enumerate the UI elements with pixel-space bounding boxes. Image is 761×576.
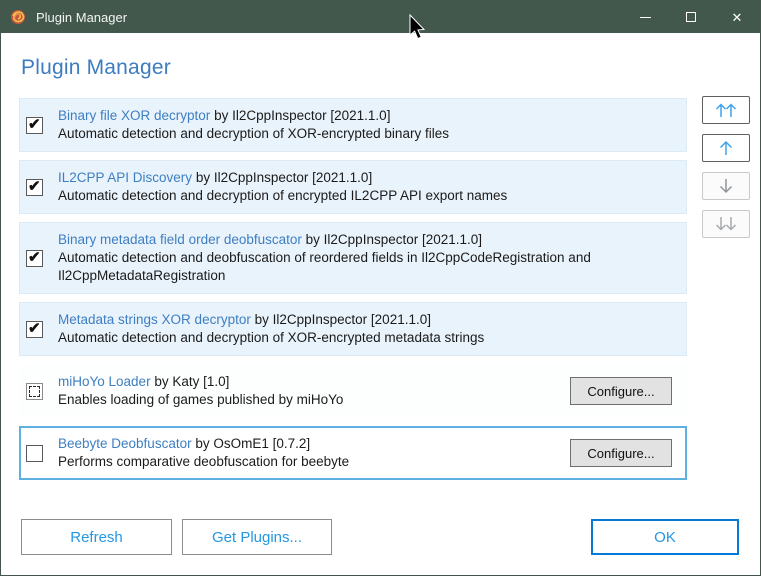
titlebar: Plugin Manager ✕ <box>1 1 760 33</box>
configure-button[interactable]: Configure... <box>570 377 672 405</box>
plugin-title-line: Binary file XOR decryptor by Il2CppInspe… <box>58 107 676 125</box>
plugin-row-beebyte-deobfuscator[interactable]: Beebyte Deobfuscator by OsOmE1 [0.7.2] P… <box>19 426 687 480</box>
reorder-panel <box>702 96 750 238</box>
plugin-row-binary-file-xor[interactable]: Binary file XOR decryptor by Il2CppInspe… <box>19 98 687 152</box>
plugin-description: Automatic detection and deobfuscation of… <box>58 250 591 283</box>
window-title: Plugin Manager <box>36 9 128 25</box>
plugin-title-line: Beebyte Deobfuscator by OsOmE1 [0.7.2] <box>58 435 560 453</box>
move-up-button[interactable] <box>702 134 750 162</box>
plugin-manager-window: Plugin Manager ✕ Plugin Manager Binary f… <box>0 0 761 576</box>
page-title: Plugin Manager <box>21 56 171 79</box>
plugin-name-link[interactable]: Binary metadata field order deobfuscator <box>58 232 302 247</box>
plugin-byline: by Il2CppInspector [2021.1.0] <box>254 312 431 327</box>
plugin-title-line: Metadata strings XOR decryptor by Il2Cpp… <box>58 311 676 329</box>
plugin-title-line: miHoYo Loader by Katy [1.0] <box>58 373 560 391</box>
minimize-icon <box>639 16 651 18</box>
plugin-byline: by OsOmE1 [0.7.2] <box>195 436 311 451</box>
plugin-title-line: Binary metadata field order deobfuscator… <box>58 231 676 249</box>
double-up-arrow-icon <box>715 103 737 117</box>
plugin-checkbox[interactable] <box>26 382 43 400</box>
close-icon: ✕ <box>731 9 743 25</box>
double-down-arrow-icon <box>715 217 737 231</box>
plugin-name-link[interactable]: Metadata strings XOR decryptor <box>58 312 251 327</box>
app-icon <box>11 10 25 24</box>
minimize-button[interactable] <box>622 1 668 33</box>
move-down-button[interactable] <box>702 172 750 200</box>
refresh-button[interactable]: Refresh <box>21 519 172 555</box>
plugin-description: Automatic detection and decryption of XO… <box>58 330 485 345</box>
plugin-row-metadata-field-order[interactable]: Binary metadata field order deobfuscator… <box>19 222 687 294</box>
plugin-checkbox[interactable] <box>26 115 43 134</box>
plugin-byline: by Il2CppInspector [2021.1.0] <box>214 108 391 123</box>
ok-button[interactable]: OK <box>591 519 739 555</box>
plugin-name-link[interactable]: IL2CPP API Discovery <box>58 170 192 185</box>
plugin-name-link[interactable]: miHoYo Loader <box>58 374 151 389</box>
plugin-title-line: IL2CPP API Discovery by Il2CppInspector … <box>58 169 676 187</box>
plugin-row-metadata-strings-xor[interactable]: Metadata strings XOR decryptor by Il2Cpp… <box>19 302 687 356</box>
plugin-name-link[interactable]: Beebyte Deobfuscator <box>58 436 192 451</box>
maximize-icon <box>686 12 696 22</box>
plugin-row-il2cpp-api-discovery[interactable]: IL2CPP API Discovery by Il2CppInspector … <box>19 160 687 214</box>
plugin-checkbox[interactable] <box>26 177 43 196</box>
plugin-checkbox[interactable] <box>26 444 43 462</box>
up-arrow-icon <box>719 140 733 155</box>
configure-button[interactable]: Configure... <box>570 439 672 467</box>
plugin-list: Binary file XOR decryptor by Il2CppInspe… <box>19 98 687 480</box>
plugin-checkbox[interactable] <box>26 319 43 338</box>
plugin-byline: by Il2CppInspector [2021.1.0] <box>305 232 483 247</box>
plugin-description: Performs comparative deobfuscation for b… <box>58 454 350 469</box>
plugin-byline: by Il2CppInspector [2021.1.0] <box>195 170 373 185</box>
plugin-checkbox[interactable] <box>26 248 43 267</box>
plugin-byline: by Katy [1.0] <box>154 374 230 389</box>
plugin-description: Automatic detection and decryption of XO… <box>58 126 449 141</box>
close-button[interactable]: ✕ <box>714 1 760 33</box>
plugin-name-link[interactable]: Binary file XOR decryptor <box>58 108 210 123</box>
maximize-button[interactable] <box>668 1 714 33</box>
plugin-row-mihoyo-loader[interactable]: miHoYo Loader by Katy [1.0] Enables load… <box>19 364 687 418</box>
plugin-description: Automatic detection and decryption of en… <box>58 188 508 203</box>
get-plugins-button[interactable]: Get Plugins... <box>182 519 332 555</box>
move-to-top-button[interactable] <box>702 96 750 124</box>
plugin-description: Enables loading of games published by mi… <box>58 392 344 407</box>
move-to-bottom-button[interactable] <box>702 210 750 238</box>
down-arrow-icon <box>719 179 733 194</box>
